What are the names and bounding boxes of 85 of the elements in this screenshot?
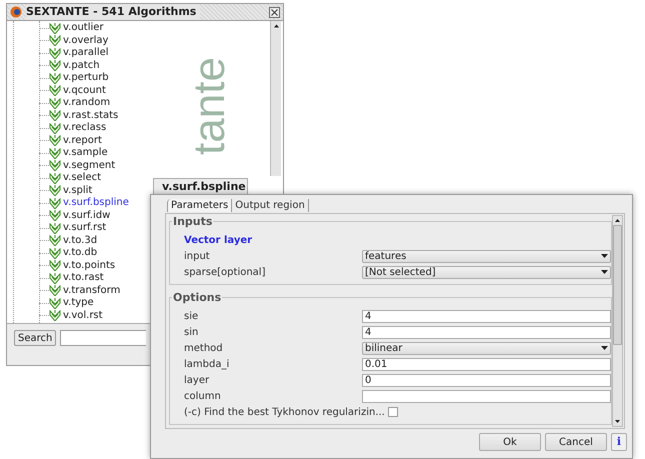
field-label: input <box>184 250 211 264</box>
dropdown[interactable]: bilinear <box>362 342 611 354</box>
field-label: layer <box>184 374 210 388</box>
chevrons-icon <box>49 185 61 196</box>
chevrons-icon <box>49 98 61 109</box>
tree-item[interactable]: v.rast.stats <box>63 110 118 122</box>
dialog-button[interactable]: Ok <box>479 433 541 451</box>
chevrons-icon <box>49 35 61 46</box>
field-label: (-c) Find the best Tykhonov regularizin... <box>184 406 385 420</box>
chevrons-icon <box>49 110 61 122</box>
input-field[interactable]: 4 <box>362 326 611 338</box>
chevrons-icon <box>49 222 61 234</box>
tree-item[interactable]: v.sample <box>63 147 108 160</box>
field-label: sin <box>184 326 200 340</box>
tree-item[interactable]: v.random <box>63 97 110 110</box>
tree-item[interactable]: v.surf.idw <box>63 210 110 222</box>
tree-item[interactable]: v.overlay <box>63 34 108 47</box>
tab[interactable]: Parameters <box>167 199 232 212</box>
chevrons-icon <box>49 272 61 284</box>
chevrons-icon <box>49 198 61 209</box>
chevrons-icon <box>49 22 61 34</box>
chevrons-icon <box>49 248 61 259</box>
tree-item[interactable]: v.surf.rst <box>63 222 106 234</box>
scrollbar-thumb[interactable] <box>613 225 622 345</box>
chevrons-icon <box>49 210 61 222</box>
input-field[interactable] <box>362 390 611 402</box>
search-field[interactable] <box>60 330 146 346</box>
window-title: SEXTANTE - 541 Algorithms <box>26 4 200 20</box>
tree-item[interactable]: v.to.3d <box>63 234 98 247</box>
field-label: column <box>184 390 222 404</box>
tree-item[interactable]: v.qcount <box>63 84 106 97</box>
chevrons-icon <box>49 148 61 159</box>
tree-item[interactable]: v.outlier <box>63 22 104 34</box>
dropdown-arrow-icon <box>601 254 608 258</box>
checkbox[interactable] <box>388 407 398 417</box>
tree-item[interactable]: v.perturb <box>63 72 109 84</box>
dropdown[interactable]: features <box>362 250 611 262</box>
chevrons-icon <box>49 172 61 184</box>
field-label: sie <box>184 310 200 324</box>
dropdown[interactable]: [Not selected] <box>362 266 611 278</box>
tree-item[interactable]: v.to.db <box>63 247 98 260</box>
field-label: sparse[optional] <box>184 266 266 280</box>
chevrons-icon <box>49 298 61 309</box>
chevrons-icon <box>49 135 61 146</box>
dialog-title: v.surf.bspline <box>162 178 246 195</box>
tree-item[interactable]: v.reclass <box>63 122 106 134</box>
tree-item[interactable]: v.to.points <box>63 260 116 272</box>
chevrons-icon <box>49 48 61 59</box>
tree-item[interactable]: v.patch <box>63 60 100 72</box>
tab[interactable]: Output region <box>232 199 309 212</box>
tree-item[interactable]: v.vol.rst <box>63 310 103 322</box>
dialog-button[interactable]: Cancel <box>545 433 607 451</box>
dropdown-arrow-icon <box>601 270 608 274</box>
chevrons-icon <box>49 72 61 84</box>
search-button[interactable]: Search <box>14 330 56 346</box>
chevrons-icon <box>49 310 61 322</box>
chevrons-icon <box>49 260 61 272</box>
chevrons-icon <box>49 60 61 72</box>
close-icon[interactable] <box>269 6 280 18</box>
chevrons-icon <box>49 122 61 134</box>
tree-item[interactable]: v.segment <box>63 160 116 172</box>
tree-item[interactable]: v.report <box>63 134 102 147</box>
tree-item[interactable]: v.transform <box>63 284 120 297</box>
input-field[interactable]: 4 <box>362 310 611 322</box>
chevrons-icon <box>49 160 61 172</box>
info-button[interactable]: i <box>611 433 627 451</box>
chevrons-icon <box>49 85 61 96</box>
dropdown-arrow-icon <box>601 346 608 350</box>
logo-text: tante <box>188 57 232 155</box>
tree-item[interactable]: v.split <box>63 184 92 197</box>
field-label: lambda_i <box>184 358 230 372</box>
tree-item[interactable]: v.parallel <box>63 47 109 60</box>
group-title: Options <box>172 291 222 304</box>
group-title: Inputs <box>172 215 214 228</box>
input-field[interactable]: 0.01 <box>362 358 611 370</box>
tree-item[interactable]: v.to.rast <box>63 272 104 284</box>
tree-item[interactable]: v.surf.bspline <box>63 197 129 210</box>
chevrons-icon <box>49 235 61 246</box>
tree-item[interactable]: v.type <box>63 297 94 310</box>
section-heading: Vector layer <box>184 234 254 248</box>
field-label: method <box>184 342 224 356</box>
app-logo-icon <box>10 6 22 18</box>
tree-item[interactable]: v.select <box>63 172 102 184</box>
chevrons-icon <box>49 285 61 296</box>
input-field[interactable]: 0 <box>362 374 611 386</box>
